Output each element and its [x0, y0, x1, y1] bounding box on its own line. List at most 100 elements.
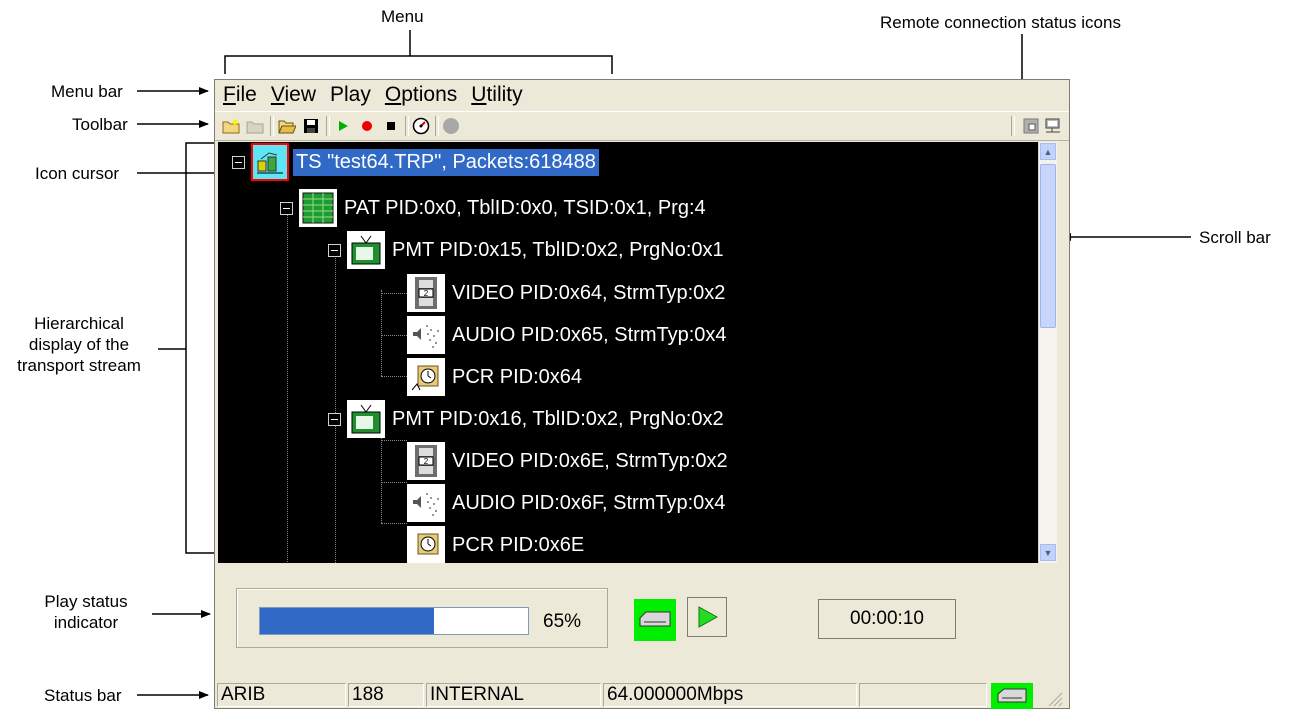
menu-options-accel: O: [384, 83, 402, 106]
collapse-toggle[interactable]: [328, 412, 341, 426]
menu-view[interactable]: View: [271, 83, 316, 107]
scroll-up-arrow-icon[interactable]: ▲: [1040, 143, 1056, 160]
network-computer-icon: [1043, 116, 1063, 136]
tree-node-pmt[interactable]: PMT PID:0x15, TblID:0x2, PrgNo:0x1: [328, 230, 727, 270]
menu-play[interactable]: Play: [330, 83, 371, 107]
transport-stream-icon: [251, 143, 289, 181]
menu-bar: File View Play Options Utility: [223, 82, 523, 108]
callout-play-status-line2: indicator: [53, 613, 119, 632]
resize-grip-icon[interactable]: [1045, 689, 1063, 712]
status-clock: INTERNAL: [426, 683, 601, 707]
menu-utility-label: tility: [486, 83, 523, 106]
callout-hierarchical-line3: transport stream: [17, 356, 141, 375]
pcr-clock-icon: [407, 358, 445, 396]
drive-status-icon: [991, 683, 1033, 709]
status-packet-size: 188: [348, 683, 424, 707]
menu-play-label: lay: [344, 83, 371, 106]
menu-file-accel: F: [223, 83, 236, 106]
status-bar: ARIB 188 INTERNAL 64.000000Mbps: [215, 681, 1069, 709]
tree-node-label: VIDEO PID:0x6E, StrmTyp:0x2: [452, 449, 728, 472]
tree-node-label: PCR PID:0x64: [452, 365, 583, 388]
play-status-indicator: 65% 00:00:10: [215, 566, 1069, 678]
toolbar-separator: [435, 116, 439, 136]
new-folder-icon[interactable]: [221, 116, 241, 136]
menu-options[interactable]: Options: [385, 83, 457, 107]
tree-node-audio[interactable]: AUDIO PID:0x6F, StrmTyp:0x4: [407, 483, 728, 523]
toolbar-separator: [405, 116, 409, 136]
tree-node-label: AUDIO PID:0x6F, StrmTyp:0x4: [452, 491, 726, 514]
stop-icon[interactable]: [381, 116, 401, 136]
callout-icon-cursor: Icon cursor: [35, 164, 120, 183]
pcr-clock-icon: [407, 526, 445, 563]
tv-icon: [347, 231, 385, 269]
menu-view-accel: V: [270, 83, 285, 106]
menu-play-accel: P: [330, 83, 345, 106]
callout-toolbar: Toolbar: [72, 115, 128, 134]
tv-icon: [347, 400, 385, 438]
remote-connect-icon: [1021, 116, 1041, 136]
video-film-icon: 2: [407, 442, 445, 480]
collapse-toggle[interactable]: [280, 201, 293, 215]
tree-node-label: PMT PID:0x15, TblID:0x2, PrgNo:0x1: [392, 238, 724, 261]
svg-text:2: 2: [424, 457, 429, 466]
play-state-icon: [687, 597, 727, 637]
circle-disabled-icon[interactable]: [441, 116, 461, 136]
app-window: File View Play Options Utility TS "test6…: [214, 79, 1070, 709]
drive-active-icon: [634, 599, 676, 641]
progress-bar: [259, 607, 529, 635]
scroll-down-arrow-icon[interactable]: ▼: [1040, 544, 1056, 561]
tree-node-pmt[interactable]: PMT PID:0x16, TblID:0x2, PrgNo:0x2: [328, 399, 727, 439]
svg-text:2: 2: [424, 289, 429, 298]
tree-node-label: VIDEO PID:0x64, StrmTyp:0x2: [452, 281, 726, 304]
callout-menu: Menu: [381, 7, 424, 26]
save-icon[interactable]: [301, 116, 321, 136]
audio-speaker-icon: [407, 484, 445, 522]
tree-node-ts[interactable]: TS "test64.TRP", Packets:618488: [232, 142, 599, 182]
menu-utility[interactable]: Utility: [471, 83, 522, 107]
speedometer-icon[interactable]: [411, 116, 431, 136]
progress-fill: [260, 608, 435, 634]
toolbar: [215, 111, 1069, 141]
callout-scroll-bar: Scroll bar: [1199, 228, 1271, 247]
tree-node-label: PMT PID:0x16, TblID:0x2, PrgNo:0x2: [392, 407, 724, 430]
callout-play-status-line1: Play status: [44, 592, 128, 611]
callout-hierarchical-line2: display of the: [28, 335, 130, 354]
callout-status-bar: Status bar: [44, 686, 122, 705]
collapse-toggle[interactable]: [328, 243, 341, 257]
menu-view-label: iew: [284, 83, 316, 106]
status-standard: ARIB: [217, 683, 346, 707]
collapse-toggle[interactable]: [232, 155, 245, 169]
play-icon[interactable]: [333, 116, 353, 136]
open-folder-icon[interactable]: [277, 116, 297, 136]
tree-node-label: AUDIO PID:0x65, StrmTyp:0x4: [452, 323, 727, 346]
progress-percent: 65%: [543, 611, 582, 632]
pat-table-icon: [299, 189, 337, 227]
folder-icon[interactable]: [245, 116, 265, 136]
record-icon[interactable]: [357, 116, 377, 136]
tree-node-label: TS "test64.TRP", Packets:618488: [293, 148, 599, 176]
tree-node-label: PAT PID:0x0, TblID:0x0, TSID:0x1, Prg:4: [344, 196, 706, 219]
callout-menu-bar: Menu bar: [51, 82, 123, 101]
menu-file[interactable]: File: [223, 83, 257, 107]
tree-node-pcr[interactable]: PCR PID:0x6E: [407, 525, 587, 563]
status-rate: 64.000000Mbps: [603, 683, 857, 707]
tree-node-label: PCR PID:0x6E: [452, 533, 585, 556]
callout-remote-status: Remote connection status icons: [880, 13, 1121, 32]
tree-scrollbar[interactable]: ▲ ▼: [1038, 142, 1057, 563]
toolbar-separator: [326, 116, 330, 136]
transport-stream-tree[interactable]: TS "test64.TRP", Packets:618488 PAT PID:…: [218, 142, 1038, 563]
menu-options-label: ptions: [401, 83, 458, 106]
tree-node-video[interactable]: 2 VIDEO PID:0x64, StrmTyp:0x2: [407, 273, 728, 313]
menu-file-label: ile: [235, 83, 257, 106]
toolbar-separator: [1011, 116, 1015, 136]
status-empty: [859, 683, 987, 707]
audio-speaker-icon: [407, 316, 445, 354]
tree-node-pcr[interactable]: PCR PID:0x64: [407, 357, 585, 397]
callout-play-status: Play status indicator: [20, 591, 152, 633]
callout-hierarchical-line1: Hierarchical: [34, 314, 124, 333]
video-film-icon: 2: [407, 274, 445, 312]
tree-node-audio[interactable]: AUDIO PID:0x65, StrmTyp:0x4: [407, 315, 730, 355]
tree-node-pat[interactable]: PAT PID:0x0, TblID:0x0, TSID:0x1, Prg:4: [280, 188, 709, 228]
tree-node-video[interactable]: 2 VIDEO PID:0x6E, StrmTyp:0x2: [407, 441, 731, 481]
scroll-thumb[interactable]: [1040, 164, 1056, 328]
